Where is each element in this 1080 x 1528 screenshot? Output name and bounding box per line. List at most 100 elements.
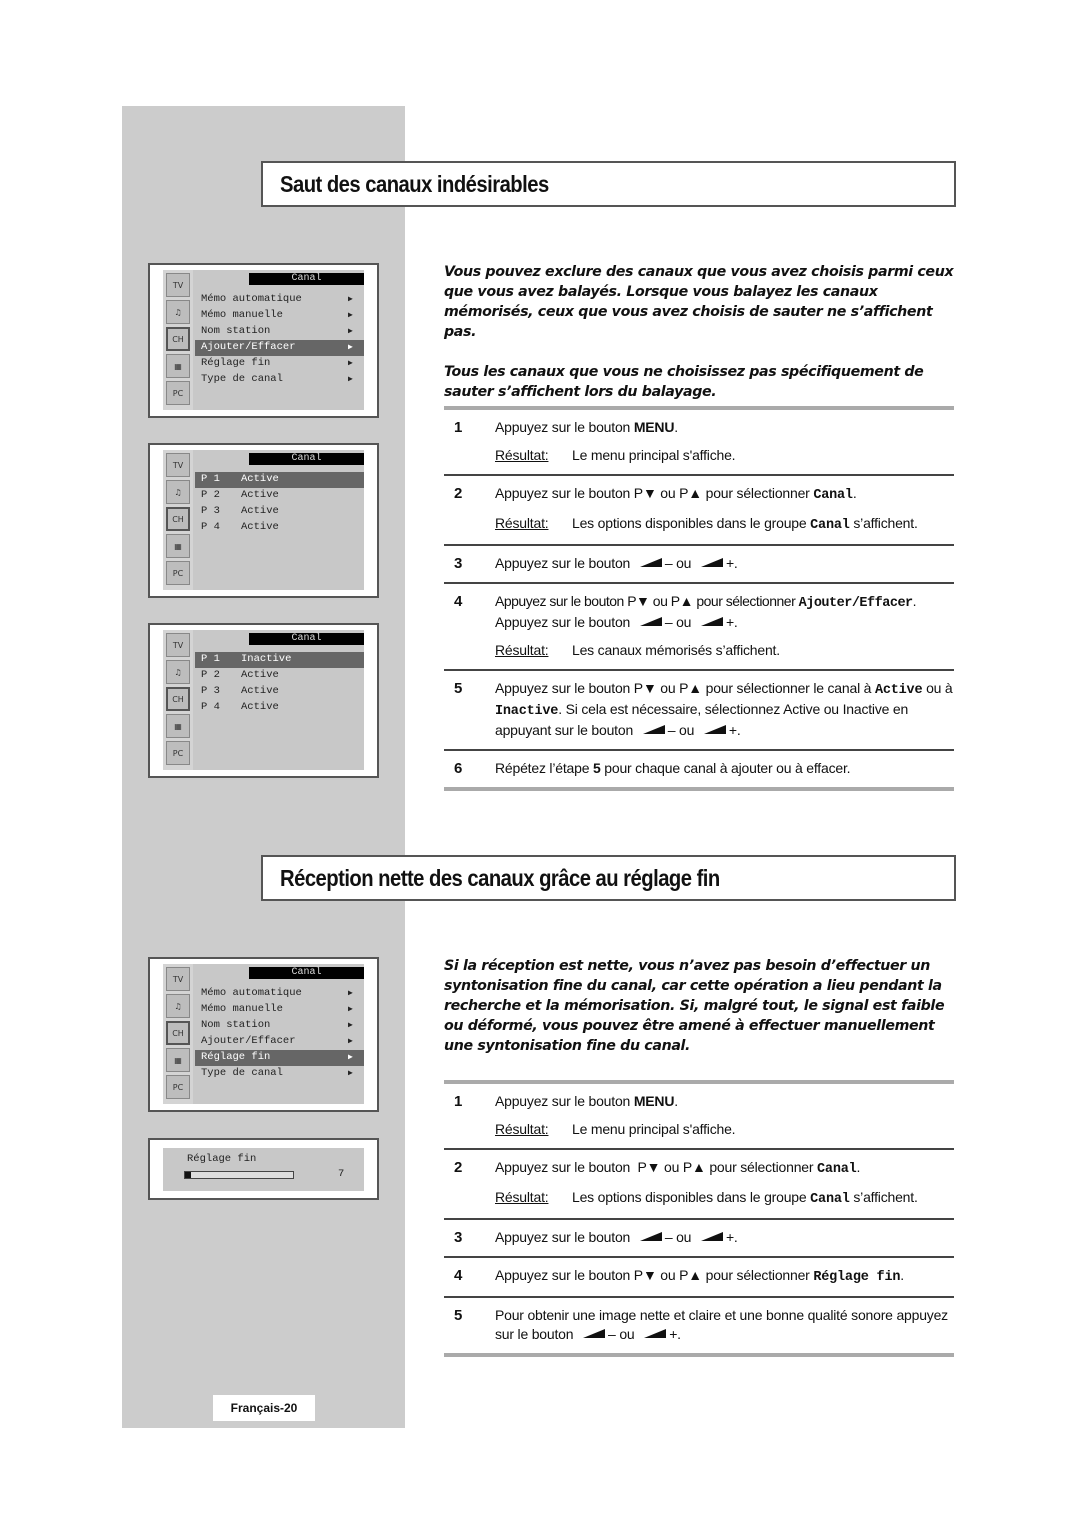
chevron-right-icon: ▶ [348,1037,353,1046]
osd-icon-column: TV ♫ CH ▦ PC [163,964,193,1104]
step: 2 Appuyez sur le bouton P▼ ou P▲ pour sé… [454,1159,918,1207]
channel-status: Active [241,473,279,485]
intro-paragraph: Tous les canaux que vous ne choisissez p… [444,364,924,400]
pc-icon: PC [166,561,190,585]
chevron-right-icon: ▶ [348,327,353,336]
volume-down-icon [639,1232,662,1241]
chevron-right-icon: ▶ [348,295,353,304]
osd-menu-item[interactable]: Réglage fin ▶ [195,356,364,372]
picture-icon: TV [166,633,190,657]
intro-paragraph: Si la réception est nette, vous n’avez p… [444,958,945,1054]
osd-menu-item[interactable]: Mémo manuelle ▶ [195,308,364,324]
channel-icon: CH [166,687,190,711]
channel-number: P 3 [201,685,220,697]
setup-icon: ▦ [166,714,190,738]
volume-down-icon [639,558,662,567]
picture-icon: TV [166,273,190,297]
osd-menu-item[interactable]: Réglage fin ▶ [195,1050,364,1066]
osd-menu-canal-ajouter: TV ♫ CH ▦ PC Canal Mémo automatique ▶ Mémo… [148,263,379,418]
chevron-right-icon: ▶ [348,1053,353,1062]
fine-tune-fill [185,1172,192,1178]
osd-title: Canal [249,453,364,465]
osd-menu-item-label: Mémo manuelle [201,1003,283,1015]
osd-menu-channels-active: TV ♫ CH ▦ PC Canal P 1 Active P 2 Active P 3… [148,443,379,598]
osd-menu-item[interactable]: Nom station ▶ [195,324,364,340]
osd-menu-item[interactable]: Type de canal ▶ [195,372,364,388]
section1-steps: 1 Appuyez sur le bouton MENU. Résultat: L… [444,406,954,791]
osd-icon-column: TV ♫ CH ▦ PC [163,630,193,770]
osd-channel-row[interactable]: P 2 Active [195,668,364,684]
pc-icon: PC [166,1075,190,1099]
page-number: Français-20 [213,1395,315,1421]
osd-menu-channels-inactive: TV ♫ CH ▦ PC Canal P 1 Inactive P 2 Active P… [148,623,379,778]
section2-steps: 1 Appuyez sur le bouton MENU. Résultat: L… [444,1080,954,1357]
osd-channel-list: P 1 Active P 2 Active P 3 Active P 4 Active [193,472,364,536]
volume-up-icon [700,617,723,626]
chevron-right-icon: ▶ [348,1021,353,1030]
osd-menu-item[interactable]: Mémo automatique ▶ [195,986,364,1002]
channel-number: P 2 [201,669,220,681]
osd-menu-item[interactable]: Ajouter/Effacer ▶ [195,340,364,356]
osd-channel-row[interactable]: P 1 Inactive [195,652,364,668]
sound-icon: ♫ [166,994,190,1018]
osd-fine-tune: Réglage fin 7 [148,1138,379,1200]
setup-icon: ▦ [166,1048,190,1072]
osd-title: Canal [249,273,364,285]
channel-status: Active [241,505,279,517]
osd-menu-item-label: Ajouter/Effacer [201,341,296,353]
osd-menu-item[interactable]: Mémo manuelle ▶ [195,1002,364,1018]
volume-up-icon [700,1232,723,1241]
osd-channel-row[interactable]: P 3 Active [195,684,364,700]
section-title-fine-tuning: Réception nette des canaux grâce au régl… [261,855,956,901]
osd-menu-item[interactable]: Ajouter/Effacer ▶ [195,1034,364,1050]
pc-icon: PC [166,741,190,765]
osd-menu-item[interactable]: Type de canal ▶ [195,1066,364,1082]
osd-list: Mémo automatique ▶ Mémo manuelle ▶ Nom stati… [193,292,364,388]
section-title-skip-channels: Saut des canaux indésirables [261,161,956,207]
osd-menu-item-label: Mémo automatique [201,293,302,305]
osd-menu-item-label: Type de canal [201,373,283,385]
volume-down-icon [639,617,662,626]
osd-menu-canal-reglage: TV ♫ CH ▦ PC Canal Mémo automatique ▶ Mémo… [148,957,379,1112]
fine-tune-label: Réglage fin [187,1153,257,1165]
channel-icon: CH [166,1021,190,1045]
osd-icon-column: TV ♫ CH ▦ PC [163,270,193,410]
osd-channel-list: P 1 Inactive P 2 Active P 3 Active P 4 Active [193,652,364,716]
picture-icon: TV [166,453,190,477]
osd-menu-item-label: Réglage fin [201,1051,271,1063]
step: 1 Appuyez sur le bouton MENU. Résultat: L… [454,1093,736,1137]
chevron-right-icon: ▶ [348,1069,353,1078]
channel-status: Active [241,701,279,713]
osd-menu-item-label: Ajouter/Effacer [201,1035,296,1047]
channel-icon: CH [166,507,190,531]
picture-icon: TV [166,967,190,991]
osd-title: Canal [249,633,364,645]
fine-tune-value: 7 [338,1168,345,1180]
chevron-right-icon: ▶ [348,1005,353,1014]
volume-up-icon [703,725,726,734]
osd-menu-item-label: Réglage fin [201,357,271,369]
channel-status: Active [241,489,279,501]
step: 5 Appuyez sur le bouton P▼ ou P▲ pour sé… [454,680,953,738]
channel-number: P 2 [201,489,220,501]
channel-number: P 1 [201,473,220,485]
volume-up-icon [700,558,723,567]
osd-channel-row[interactable]: P 4 Active [195,520,364,536]
osd-channel-row[interactable]: P 2 Active [195,488,364,504]
osd-menu-item[interactable]: Nom station ▶ [195,1018,364,1034]
channel-status: Active [241,669,279,681]
section1-intro: Vous pouvez exclure des canaux que vous … [444,262,959,422]
osd-title: Canal [249,967,364,979]
osd-menu-item-label: Nom station [201,1019,271,1031]
osd-channel-row[interactable]: P 3 Active [195,504,364,520]
channel-number: P 1 [201,653,220,665]
channel-number: P 3 [201,505,220,517]
channel-number: P 4 [201,521,220,533]
chevron-right-icon: ▶ [348,359,353,368]
osd-channel-row[interactable]: P 4 Active [195,700,364,716]
osd-menu-item[interactable]: Mémo automatique ▶ [195,292,364,308]
osd-channel-row[interactable]: P 1 Active [195,472,364,488]
fine-tune-slider[interactable] [184,1171,294,1179]
volume-down-icon [642,725,665,734]
osd-list: Mémo automatique ▶ Mémo manuelle ▶ Nom stati… [193,986,364,1082]
